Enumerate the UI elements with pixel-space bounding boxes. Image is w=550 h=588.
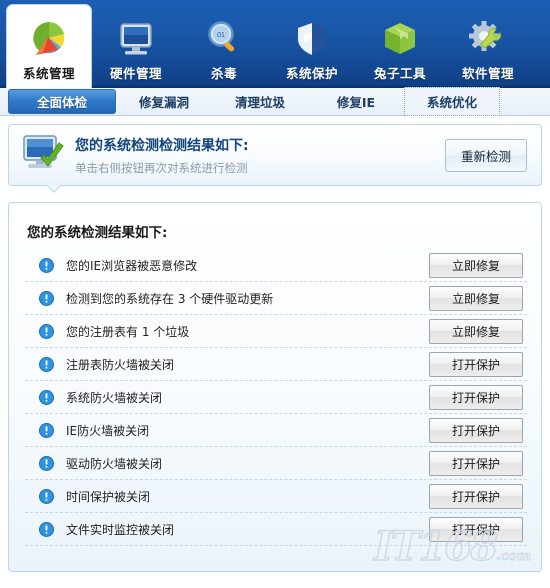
warning-icon: [39, 290, 54, 306]
nav-item-system-protection[interactable]: 系统保护: [268, 6, 356, 88]
table-row: 您的IE浏览器被恶意修改 立即修复: [25, 249, 527, 282]
page-body: 您的系统检测检测结果如下: 单击右侧按钮再次对系统进行检测 重新检测 您的系统检…: [0, 116, 550, 588]
banner-notch-icon: [47, 185, 63, 193]
monitor-icon: [112, 17, 160, 61]
table-row: 文件实时监控被关闭 打开保护: [25, 513, 527, 546]
nav-item-software-management[interactable]: 软件管理: [444, 6, 532, 88]
enable-protection-button[interactable]: 打开保护: [429, 351, 523, 377]
row-label: 文件实时监控被关闭: [66, 522, 175, 537]
sub-tab-full-checkup[interactable]: 全面体检: [8, 89, 116, 114]
table-row: 驱动防火墙被关闭 打开保护: [25, 447, 527, 480]
nav-item-hardware-management[interactable]: 硬件管理: [92, 6, 180, 88]
banner-title: 您的系统检测检测结果如下:: [75, 137, 249, 154]
svg-text:01: 01: [217, 32, 225, 39]
row-label: 注册表防火墙被关闭: [66, 357, 175, 372]
row-label: 系统防火墙被关闭: [66, 390, 163, 405]
warning-icon: [39, 422, 54, 438]
enable-protection-button[interactable]: 打开保护: [429, 450, 523, 476]
table-row: 系统防火墙被关闭 打开保护: [25, 381, 527, 414]
nav-item-label: 杀毒: [210, 66, 237, 81]
table-row: 注册表防火墙被关闭 打开保护: [25, 348, 527, 381]
nav-item-system-management[interactable]: 系统管理: [6, 4, 92, 88]
banner-subtitle: 单击右侧按钮再次对系统进行检测: [75, 160, 248, 175]
fix-now-button[interactable]: 立即修复: [429, 285, 523, 311]
rescan-button[interactable]: 重新检测: [445, 138, 527, 172]
gear-wrench-icon: [464, 17, 512, 61]
warning-icon: [39, 455, 54, 471]
green-box-icon: [376, 17, 424, 61]
table-row: 检测到您的系统存在 3 个硬件驱动更新 立即修复: [25, 282, 527, 315]
row-label: 检测到您的系统存在 3 个硬件驱动更新: [66, 291, 274, 306]
sub-tab-bar: 全面体检 修复漏洞 清理垃圾 修复IE 系统优化: [0, 87, 550, 116]
nav-item-rabbit-tools[interactable]: 兔子工具: [356, 6, 444, 88]
monitor-check-icon: [21, 132, 69, 178]
row-label: 您的注册表有 1 个垃圾: [66, 324, 190, 339]
nav-item-label: 软件管理: [461, 66, 514, 81]
warning-icon: [39, 488, 54, 504]
row-label: IE防火墙被关闭: [66, 423, 150, 438]
row-label: 您的IE浏览器被恶意修改: [66, 258, 198, 273]
enable-protection-button[interactable]: 打开保护: [429, 483, 523, 509]
nav-item-label: 系统保护: [285, 66, 338, 81]
table-row: 您的注册表有 1 个垃圾 立即修复: [25, 315, 527, 348]
shield-icon: [288, 17, 336, 61]
enable-protection-button[interactable]: 打开保护: [429, 516, 523, 542]
sub-tab-repair-ie[interactable]: 修复IE: [308, 89, 404, 114]
nav-item-label: 硬件管理: [109, 66, 162, 81]
sub-tab-system-optimize[interactable]: 系统优化: [404, 87, 500, 116]
banner-text-block: 您的系统检测检测结果如下: 单击右侧按钮再次对系统进行检测: [69, 135, 445, 176]
warning-icon: [39, 521, 54, 537]
results-title: 您的系统检测结果如下:: [27, 225, 168, 241]
fix-now-button[interactable]: 立即修复: [429, 318, 523, 344]
warning-icon: [39, 323, 54, 339]
magnifier-icon: 01: [200, 17, 248, 61]
main-toolbar: 系统管理 硬件管理 01 杀毒 系统保护 兔子工具 软件管理: [0, 0, 550, 88]
nav-item-label: 兔子工具: [373, 66, 426, 81]
enable-protection-button[interactable]: 打开保护: [429, 417, 523, 443]
row-label: 驱动防火墙被关闭: [66, 456, 163, 471]
row-label: 时间保护被关闭: [66, 489, 151, 504]
table-row: IE防火墙被关闭 打开保护: [25, 414, 527, 447]
enable-protection-button[interactable]: 打开保护: [429, 384, 523, 410]
nav-item-label: 系统管理: [22, 66, 75, 81]
status-banner: 您的系统检测检测结果如下: 单击右侧按钮再次对系统进行检测 重新检测: [8, 124, 542, 186]
sub-tab-clean-junk[interactable]: 清理垃圾: [212, 89, 308, 114]
watermark-suffix: .com: [496, 549, 532, 564]
warning-icon: [39, 389, 54, 405]
sub-tab-fix-vulnerabilities[interactable]: 修复漏洞: [116, 89, 212, 114]
warning-icon: [39, 257, 54, 273]
nav-item-antivirus[interactable]: 01 杀毒: [180, 6, 268, 88]
warning-icon: [39, 356, 54, 372]
table-row: 时间保护被关闭 打开保护: [25, 480, 527, 513]
fix-now-button[interactable]: 立即修复: [429, 252, 523, 278]
results-panel: 您的系统检测结果如下: 您的IE浏览器被恶意修改 立即修复 检测到您的系统存在 …: [8, 202, 542, 572]
pie-chart-icon: [25, 17, 73, 61]
